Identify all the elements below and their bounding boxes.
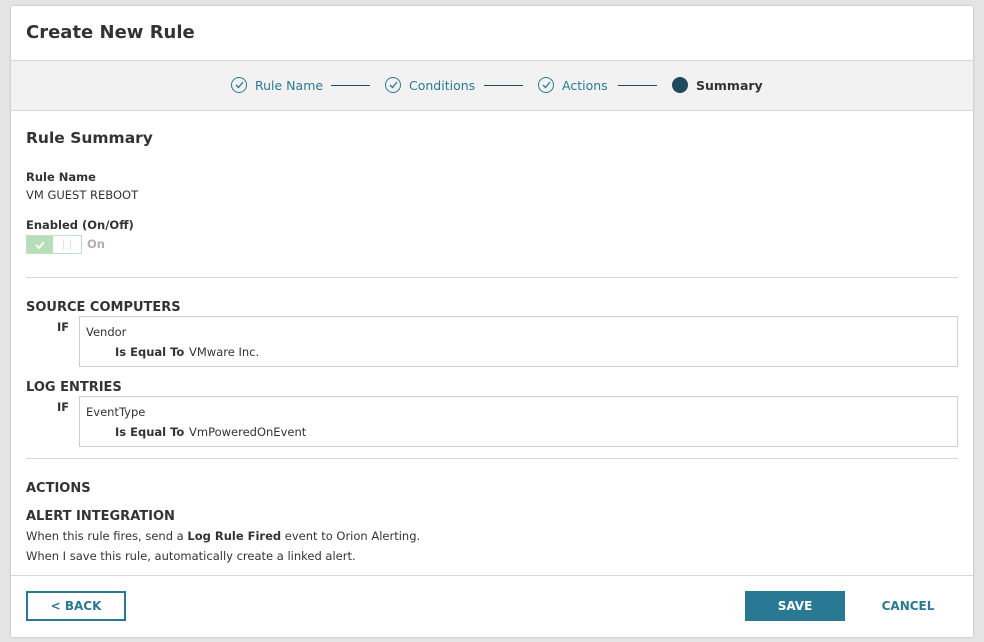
log-condition-box: EventType Is Equal To VmPoweredOnEvent — [79, 396, 958, 447]
condition-field: EventType — [86, 405, 146, 419]
enabled-toggle[interactable]: | | — [26, 235, 82, 254]
step-label: Rule Name — [255, 77, 324, 93]
toggle-on-part — [27, 236, 53, 253]
step-connector — [618, 85, 657, 86]
step-connector — [484, 85, 523, 86]
enabled-label: Enabled (On/Off) — [26, 218, 134, 232]
alert-line-prefix: When this rule fires, send a — [26, 529, 188, 543]
step-actions[interactable]: Actions — [538, 77, 608, 93]
step-conditions[interactable]: Conditions — [385, 77, 475, 93]
condition-value: VmPoweredOnEvent — [189, 425, 307, 439]
check-icon — [35, 240, 45, 249]
create-rule-dialog: Create New Rule Rule Name Conditions Act… — [11, 6, 973, 637]
alert-event-name: Log Rule Fired — [187, 529, 282, 543]
source-condition-box: Vendor Is Equal To VMware Inc. — [79, 316, 958, 367]
alert-integration-line-1: When this rule fires, send a Log Rule Fi… — [26, 529, 420, 543]
condition-operator: Is Equal To — [115, 345, 185, 359]
toggle-grip-icon: | | — [62, 239, 72, 250]
step-rule-name[interactable]: Rule Name — [231, 77, 323, 93]
condition-field: Vendor — [86, 325, 127, 339]
step-label: Summary — [696, 77, 763, 93]
alert-line-suffix: event to Orion Alerting. — [281, 529, 421, 543]
divider — [26, 277, 958, 278]
section-title: Rule Summary — [26, 129, 153, 147]
check-circle-icon — [538, 77, 554, 93]
condition-operator: Is Equal To — [115, 425, 185, 439]
wizard-stepper: Rule Name Conditions Actions Summary — [11, 60, 973, 111]
actions-title: ACTIONS — [26, 481, 91, 496]
step-label: Conditions — [409, 77, 476, 93]
back-button[interactable]: < BACK — [26, 591, 126, 621]
toggle-state-text: On — [87, 237, 105, 251]
rule-name-value: VM GUEST REBOOT — [26, 188, 139, 202]
dialog-footer: < BACK SAVE CANCEL — [11, 575, 973, 637]
condition-value: VMware Inc. — [189, 345, 260, 359]
alert-integration-line-2: When I save this rule, automatically cre… — [26, 549, 356, 563]
check-circle-icon — [231, 77, 247, 93]
rule-name-label: Rule Name — [26, 170, 96, 184]
step-connector — [331, 85, 370, 86]
alert-integration-title: ALERT INTEGRATION — [26, 509, 175, 524]
divider — [26, 458, 958, 459]
if-label: IF — [57, 320, 70, 334]
source-computers-title: SOURCE COMPUTERS — [26, 300, 181, 315]
cancel-button[interactable]: CANCEL — [867, 591, 949, 621]
filled-circle-icon — [672, 77, 688, 93]
if-label: IF — [57, 400, 70, 414]
save-button[interactable]: SAVE — [745, 591, 845, 621]
step-label: Actions — [562, 77, 608, 93]
log-entries-title: LOG ENTRIES — [26, 380, 122, 395]
step-summary[interactable]: Summary — [672, 77, 763, 93]
dialog-title: Create New Rule — [26, 22, 195, 43]
check-circle-icon — [385, 77, 401, 93]
